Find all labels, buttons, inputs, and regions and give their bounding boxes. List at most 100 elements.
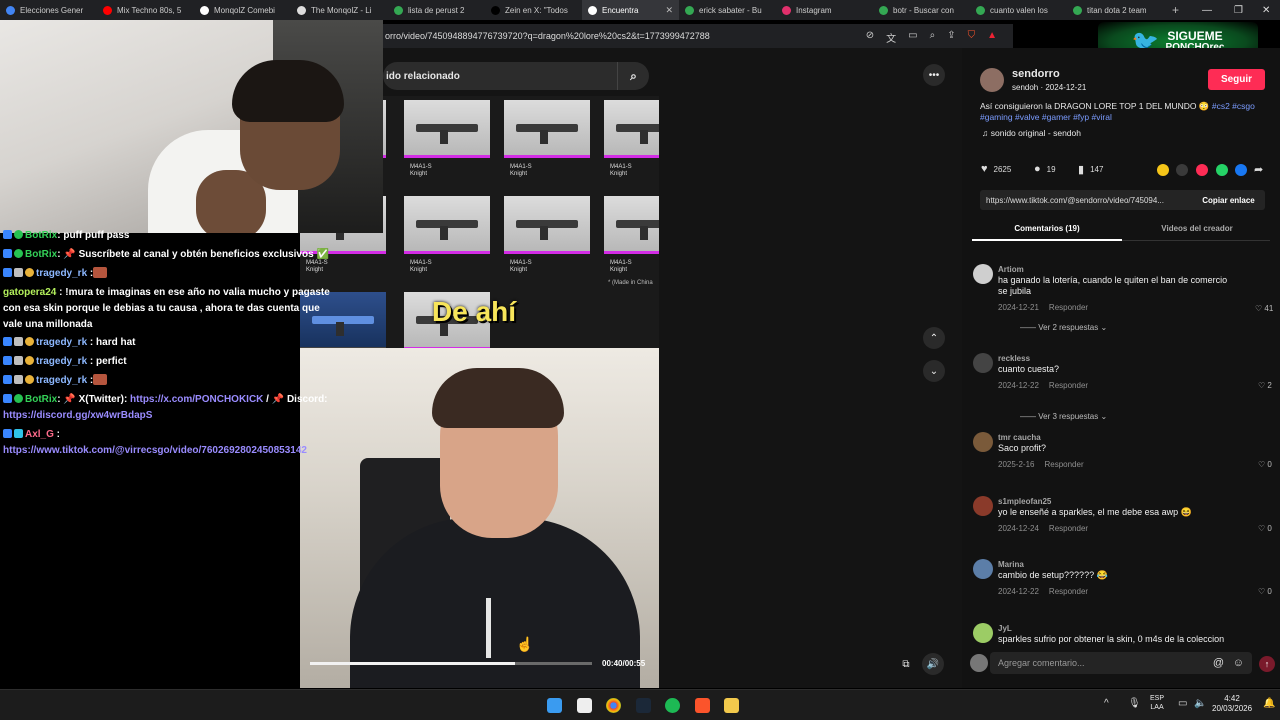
file-icon[interactable] [577,698,592,713]
brave-rewards-icon[interactable]: ▲ [987,30,997,45]
commenter-avatar[interactable] [973,353,993,373]
comment-stat[interactable]: ● 19 [1034,163,1056,175]
notification-icon[interactable]: 🔔 [1263,698,1275,709]
skin-card[interactable] [404,196,490,254]
microphone-icon[interactable]: 🎙 [1128,698,1141,709]
facebook-icon[interactable] [1235,164,1247,176]
comment-like-count[interactable]: ♡ 0 [1258,587,1272,596]
view-replies-link[interactable]: —— Ver 2 respuestas ⌄ [1020,323,1107,332]
chat-username[interactable]: BotRix [25,230,57,241]
browser-tab[interactable]: Mix Techno 80s, 5 [97,0,194,20]
skin-card[interactable] [604,100,659,158]
author-name[interactable]: sendorro [1012,68,1060,81]
previous-video-button[interactable]: ⌃ [923,327,945,349]
tab-comments[interactable]: Comentarios (19) [972,218,1122,238]
comment-like-count[interactable]: ♡ 0 [1258,524,1272,533]
commenter-name[interactable]: reckless [998,353,1248,364]
minimize-button[interactable]: — [1202,0,1212,20]
browser-tab[interactable]: lista de perust 2 [388,0,485,20]
brave-shield-icon[interactable]: ⛉ [968,30,976,45]
skin-card[interactable] [504,100,590,158]
chat-username[interactable]: gatopera24 [3,287,56,298]
commenter-name[interactable]: Marina [998,559,1248,570]
volume-icon[interactable]: 🔊 [922,653,944,675]
chat-username[interactable]: BotRix [25,249,57,260]
browser-tab[interactable]: Zein en X: "Todos [485,0,582,20]
browser-tab[interactable]: Instagram [776,0,873,20]
search-icon[interactable]: ⌕ [617,62,649,90]
maximize-button[interactable]: ❐ [1234,0,1243,20]
commenter-avatar[interactable] [973,264,993,284]
chat-link[interactable]: https://x.com/PONCHOKICK [130,394,263,405]
commenter-name[interactable]: JyL [998,623,1248,634]
spotify-icon[interactable] [665,698,680,713]
comment-like-count[interactable]: ♡ 0 [1258,460,1272,469]
commenter-name[interactable]: tmr caucha [998,432,1248,443]
emoji-icon[interactable]: ☺ [1233,657,1244,669]
windows-start-icon[interactable] [547,698,562,713]
reply-button[interactable]: Responder [1049,524,1088,533]
view-replies-link[interactable]: —— Ver 3 respuestas ⌄ [1020,412,1107,421]
brave-icon[interactable] [695,698,710,713]
caption-tags[interactable]: #cs2 #csgo [1212,101,1255,111]
chat-username[interactable]: tragedy_rk [36,356,87,367]
address-bar[interactable]: orro/video/7450948894776739720?q=dragon%… [383,24,1013,48]
screen-icon[interactable]: ▭ [908,30,917,45]
caption-tag-viral[interactable]: #viral [1092,112,1112,122]
reply-button[interactable]: Responder [1049,303,1088,312]
commenter-avatar[interactable] [973,559,993,579]
network-icon[interactable]: ▭ [1178,698,1187,709]
chevron-up-icon[interactable]: ^ [1104,698,1109,709]
browser-tab[interactable]: The MonqolZ - Li [291,0,388,20]
new-tab-button[interactable]: + [1164,3,1187,17]
related-search-bar[interactable]: ido relacionado ⌕ [383,62,649,90]
system-clock[interactable]: 4:42 20/03/2026 [1212,694,1252,714]
more-options-icon[interactable]: ••• [923,64,945,86]
chat-link[interactable]: https://discord.gg/xw4wrBdapS [3,410,152,421]
send-icon[interactable] [1196,164,1208,176]
whatsapp-icon[interactable] [1216,164,1228,176]
share-arrow-icon[interactable]: ➦ [1254,163,1263,176]
browser-tab[interactable]: erick sabater - Bu [679,0,776,20]
notepad-icon[interactable] [724,698,739,713]
chat-username[interactable]: tragedy_rk [36,268,87,279]
author-avatar[interactable] [980,68,1004,92]
like-stat[interactable]: ♥ 2625 [981,163,1011,175]
chat-username[interactable]: BotRix [25,394,57,405]
commenter-avatar[interactable] [973,432,993,452]
chat-link[interactable]: https://www.tiktok.com/@virrecsgo/video/… [3,445,307,456]
mention-icon[interactable]: @ [1213,657,1224,669]
copy-link-button[interactable]: Copiar enlace [1192,190,1265,210]
translate-icon[interactable]: 文 [886,30,896,45]
chrome-icon[interactable] [606,698,621,713]
caption-tags-2[interactable]: #gaming #valve #gamer #fyp [980,112,1089,122]
mute-icon[interactable]: ⊘ [866,30,874,45]
browser-tab[interactable]: MonqolZ Comebi [194,0,291,20]
repost-icon[interactable] [1157,164,1169,176]
comment-input[interactable]: Agregar comentario... @ ☺ [990,652,1252,674]
close-window-button[interactable]: ✕ [1262,0,1270,20]
reply-button[interactable]: Responder [1049,381,1088,390]
commenter-avatar[interactable] [973,623,993,643]
browser-tab[interactable]: cuanto valen los [970,0,1067,20]
embed-icon[interactable] [1176,164,1188,176]
reply-button[interactable]: Responder [1044,460,1083,469]
share-icon[interactable]: ⇪ [947,30,955,45]
close-tab-icon[interactable]: ✕ [665,5,673,16]
commenter-avatar[interactable] [973,496,993,516]
skin-card[interactable] [404,100,490,158]
commenter-name[interactable]: Artiom [998,264,1248,275]
browser-tab[interactable]: Elecciones Gener [0,0,97,20]
follow-button[interactable]: Seguir [1208,69,1265,90]
skin-card[interactable] [504,196,590,254]
tab-creator-videos[interactable]: Videos del creador [1122,218,1272,238]
reply-button[interactable]: Responder [1049,587,1088,596]
chat-username[interactable]: tragedy_rk [36,337,87,348]
browser-tab[interactable]: titan dota 2 team [1067,0,1164,20]
commenter-name[interactable]: s1mpleofan25 [998,496,1248,507]
sound-credit[interactable]: ♫ sonido original - sendoh [982,128,1081,139]
skin-card[interactable] [604,196,659,254]
comment-like-count[interactable]: ♡ 41 [1255,304,1273,313]
pip-icon[interactable]: ⧉ [895,653,917,675]
language-indicator[interactable]: ESP LAA [1150,694,1164,712]
